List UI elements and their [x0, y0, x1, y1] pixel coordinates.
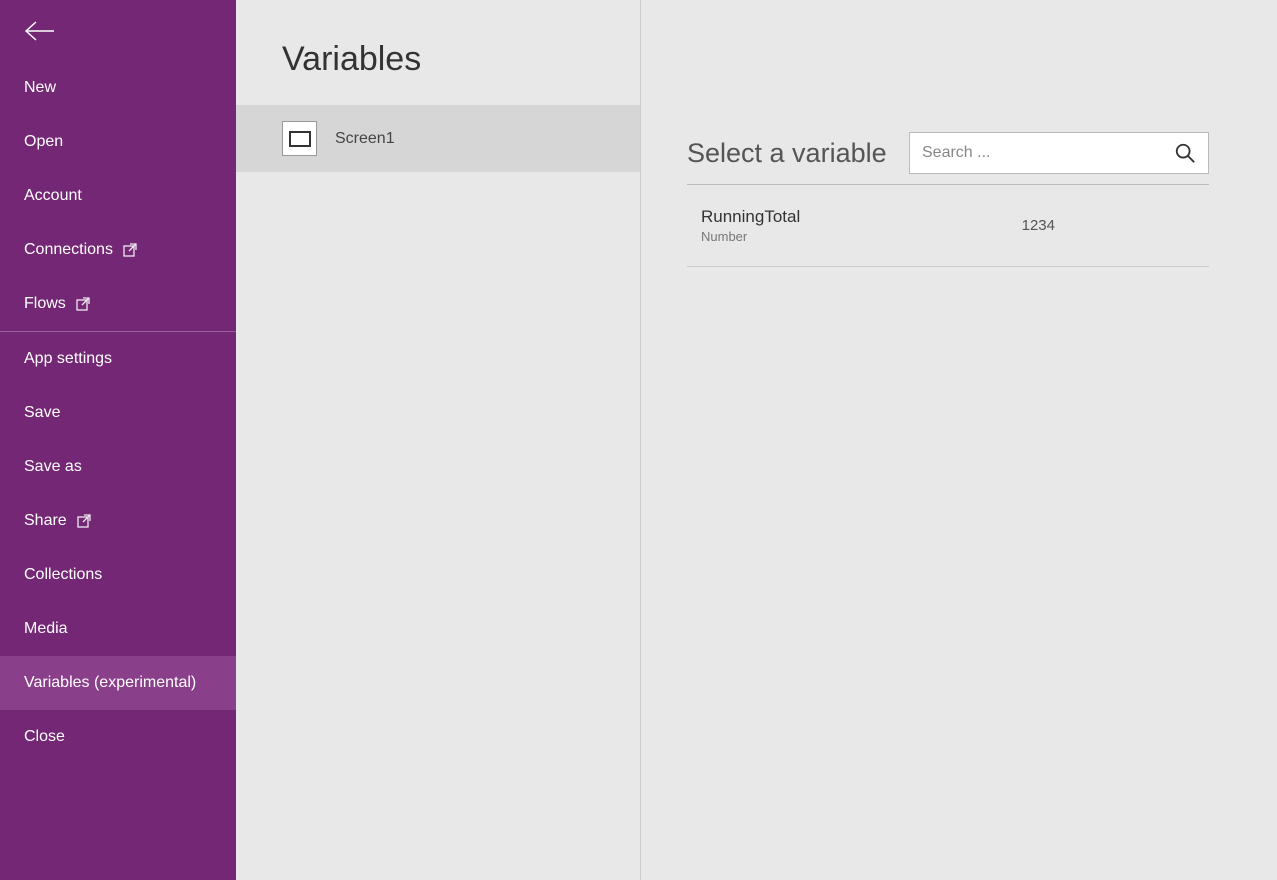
nav-item-flows[interactable]: Flows [0, 277, 236, 331]
nav-item-label: Collections [24, 566, 102, 584]
nav-item-save-as[interactable]: Save as [0, 440, 236, 494]
nav-item-label: Close [24, 728, 65, 746]
nav-item-label: App settings [24, 350, 112, 368]
nav-item-label: Connections [24, 241, 113, 259]
nav-item-label: Account [24, 187, 82, 205]
nav-item-label: Media [24, 620, 68, 638]
search-icon[interactable] [1174, 142, 1196, 164]
back-button[interactable] [0, 0, 236, 61]
search-input[interactable] [922, 144, 1174, 162]
nav-item-connections[interactable]: Connections [0, 223, 236, 277]
variable-type: Number [701, 229, 800, 244]
right-header: Select a variable [687, 132, 1209, 185]
screen-row[interactable]: Screen1 [236, 105, 640, 172]
nav-item-open[interactable]: Open [0, 115, 236, 169]
variable-info: RunningTotal Number [701, 207, 800, 244]
nav-item-label: Variables (experimental) [24, 674, 196, 692]
page-title: Variables [236, 0, 640, 105]
screen-icon [282, 121, 317, 156]
screen-label: Screen1 [335, 130, 395, 148]
back-arrow-icon [24, 20, 56, 42]
nav-item-label: Share [24, 512, 67, 530]
variable-name: RunningTotal [701, 207, 800, 227]
right-panel: Select a variable RunningTotal Number 1234 [641, 0, 1277, 880]
nav-item-app-settings[interactable]: App settings [0, 332, 236, 386]
nav-item-close[interactable]: Close [0, 710, 236, 764]
variable-value: 1234 [1022, 217, 1055, 234]
external-link-icon [123, 243, 137, 257]
select-variable-label: Select a variable [687, 138, 887, 169]
external-link-icon [77, 514, 91, 528]
nav-item-label: New [24, 79, 56, 97]
nav-item-account[interactable]: Account [0, 169, 236, 223]
nav-item-label: Save as [24, 458, 82, 476]
external-link-icon [76, 297, 90, 311]
sidebar: New Open Account Connections Flows App setti… [0, 0, 236, 880]
variable-row[interactable]: RunningTotal Number 1234 [687, 185, 1209, 267]
nav-item-collections[interactable]: Collections [0, 548, 236, 602]
nav-item-label: Save [24, 404, 60, 422]
search-box[interactable] [909, 132, 1209, 174]
middle-panel: Variables Screen1 [236, 0, 641, 880]
nav-item-new[interactable]: New [0, 61, 236, 115]
nav-item-label: Open [24, 133, 63, 151]
nav-item-share[interactable]: Share [0, 494, 236, 548]
nav-item-label: Flows [24, 295, 66, 313]
nav-item-variables-experimental[interactable]: Variables (experimental) [0, 656, 236, 710]
nav-item-save[interactable]: Save [0, 386, 236, 440]
nav-item-media[interactable]: Media [0, 602, 236, 656]
